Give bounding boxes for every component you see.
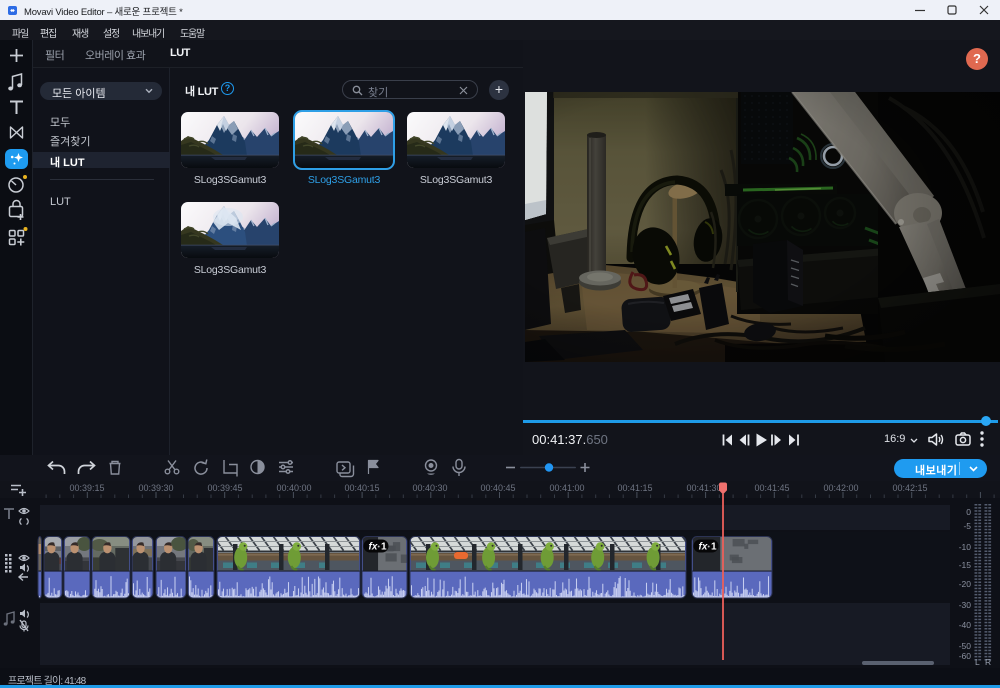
svg-text:-10: -10: [959, 542, 972, 552]
svg-text:-5: -5: [963, 521, 971, 531]
svg-text:1: 1: [711, 542, 717, 553]
svg-text:0: 0: [966, 507, 971, 517]
svg-text:-60: -60: [959, 651, 972, 661]
svg-text:-50: -50: [959, 641, 972, 651]
svg-text:R: R: [985, 657, 991, 667]
svg-text:1: 1: [381, 542, 387, 553]
svg-text:-40: -40: [959, 620, 972, 630]
svg-text:L: L: [975, 657, 980, 667]
svg-text:-20: -20: [959, 579, 972, 589]
svg-text:-30: -30: [959, 600, 972, 610]
svg-text:fx: fx: [369, 542, 378, 553]
svg-text:fx: fx: [699, 542, 708, 553]
svg-text:-15: -15: [959, 560, 972, 570]
